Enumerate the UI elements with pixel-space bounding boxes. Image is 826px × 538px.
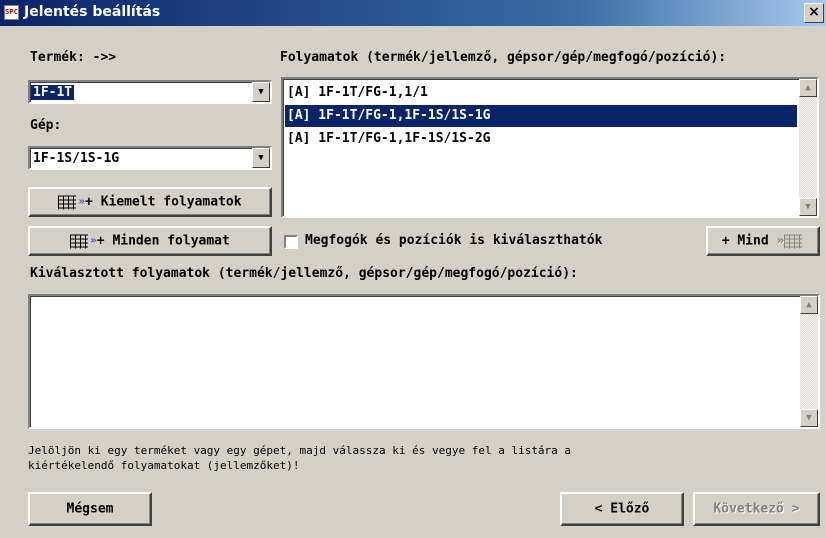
machine-combo[interactable]: 1F-1S/1S-1G ▼ (28, 146, 272, 170)
dropdown-arrow-icon[interactable]: ▼ (252, 148, 270, 168)
title-bar: SPC Jelentés beállítás × (0, 0, 826, 26)
previous-label: Előző (610, 501, 650, 517)
product-label: Termék: ->> (30, 50, 117, 65)
hint-line-2: kiértékelendő folyamatokat (jellemzőket)… (28, 459, 300, 472)
selected-scrollbar[interactable]: ▲ ▼ (800, 296, 818, 427)
grid-icon (58, 195, 77, 209)
previous-button[interactable]: < Előző (560, 492, 684, 526)
window-title: Jelentés beállítás (24, 4, 161, 20)
selected-processes-label: Kiválasztott folyamatok (termék/jellemző… (30, 266, 578, 281)
all-processes-label: Minden folyamat (112, 233, 230, 249)
cancel-label: Mégsem (66, 501, 114, 517)
plus-icon: + (96, 233, 105, 249)
scroll-down-icon[interactable]: ▼ (800, 409, 818, 427)
plus-icon: + (721, 233, 730, 249)
app-icon: SPC (4, 5, 19, 20)
highlighted-processes-label: Kiemelt folyamatok (100, 194, 242, 210)
hint-line-1: Jelöljön ki egy terméket vagy egy gépet,… (28, 444, 572, 457)
list-item-selected[interactable]: [A] 1F-1T/FG-1,1F-1S/1S-1G (285, 105, 797, 127)
add-all-button[interactable]: + Mind » (706, 226, 820, 256)
scroll-up-icon[interactable]: ▲ (799, 79, 817, 97)
machine-label: Gép: (30, 118, 62, 133)
product-value: 1F-1T (31, 85, 75, 100)
scroll-down-icon[interactable]: ▼ (799, 198, 817, 216)
arrow-right-icon: > (791, 501, 800, 517)
list-item[interactable]: [A] 1F-1T/FG-1,1/1 (285, 82, 797, 104)
dropdown-arrow-icon[interactable]: ▼ (252, 82, 270, 102)
add-all-label: Mind (737, 233, 769, 249)
next-button[interactable]: Következő > (693, 492, 820, 526)
highlighted-processes-button[interactable]: »+ Kiemelt folyamatok (28, 187, 272, 217)
scroll-up-icon[interactable]: ▲ (800, 296, 818, 314)
cancel-button[interactable]: Mégsem (28, 492, 152, 526)
plus-icon: + (85, 194, 93, 210)
processes-list[interactable]: [A] 1F-1T/FG-1,1/1 [A] 1F-1T/FG-1,1F-1S/… (281, 77, 819, 218)
chevron-right-icon: » (776, 233, 785, 249)
machine-value: 1F-1S/1S-1G (33, 151, 120, 166)
close-button[interactable]: × (804, 3, 824, 23)
selected-processes-list[interactable]: ▲ ▼ (28, 294, 820, 429)
next-label: Következő (713, 501, 784, 517)
grippers-positions-label: Megfogók és pozíciók is kiválaszthatók (305, 233, 603, 248)
list-item[interactable]: [A] 1F-1T/FG-1,1F-1S/1S-2G (285, 128, 797, 150)
processes-scrollbar[interactable]: ▲ ▼ (799, 79, 817, 216)
processes-label: Folyamatok (termék/jellemző, gépsor/gép/… (280, 50, 727, 65)
all-processes-button[interactable]: »+ Minden folyamat (28, 226, 272, 256)
product-combo[interactable]: 1F-1T ▼ (28, 80, 272, 104)
grid-icon (784, 234, 803, 248)
grippers-positions-checkbox[interactable] (284, 235, 298, 249)
arrow-left-icon: < (594, 501, 603, 517)
chevron-down-icon: » (90, 233, 97, 247)
grid-icon (70, 234, 89, 248)
